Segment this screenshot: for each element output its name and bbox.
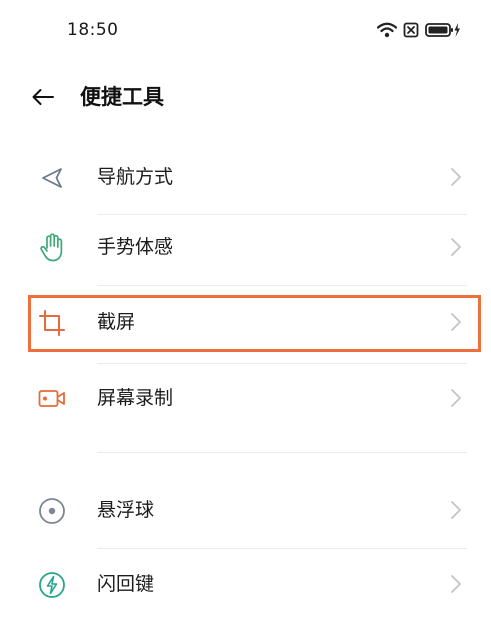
list-item-screen-recording[interactable]: 屏幕录制	[0, 363, 491, 433]
floating-ball-icon	[36, 495, 68, 527]
chevron-right-icon	[449, 237, 463, 257]
no-sim-icon	[403, 22, 419, 42]
status-icons	[376, 22, 461, 42]
flashback-key-icon	[36, 569, 68, 601]
list-item-label: 手势体感	[97, 236, 174, 258]
list-item-floating-ball[interactable]: 悬浮球	[0, 475, 491, 545]
list-item-flashback-key[interactable]: 闪回键	[0, 549, 491, 619]
list-item-label: 悬浮球	[97, 499, 155, 521]
wifi-icon	[376, 22, 398, 42]
chevron-right-icon	[449, 500, 463, 520]
hand-gesture-icon	[36, 232, 68, 264]
navigation-triangle-icon	[36, 162, 68, 194]
list-item-label: 导航方式	[97, 166, 174, 188]
video-record-icon	[36, 383, 68, 415]
status-bar: 18:50	[0, 0, 491, 62]
highlight-box	[28, 295, 481, 352]
back-button[interactable]	[28, 82, 58, 112]
list-item-navigation-mode[interactable]: 导航方式	[0, 142, 491, 212]
battery-charging-icon	[425, 22, 461, 42]
status-time: 18:50	[67, 20, 119, 40]
divider	[97, 363, 467, 364]
chevron-right-icon	[449, 388, 463, 408]
list-item-gesture-motion[interactable]: 手势体感	[0, 212, 491, 282]
page-title: 便捷工具	[80, 85, 164, 109]
chevron-right-icon	[449, 574, 463, 594]
divider	[97, 548, 467, 549]
header: 便捷工具	[0, 72, 491, 122]
list-item-label: 屏幕录制	[97, 387, 174, 409]
chevron-right-icon	[449, 167, 463, 187]
divider	[97, 285, 467, 286]
section-divider	[97, 452, 467, 453]
list-item-label: 闪回键	[97, 573, 155, 595]
divider	[97, 214, 467, 215]
back-arrow-icon	[32, 89, 54, 105]
